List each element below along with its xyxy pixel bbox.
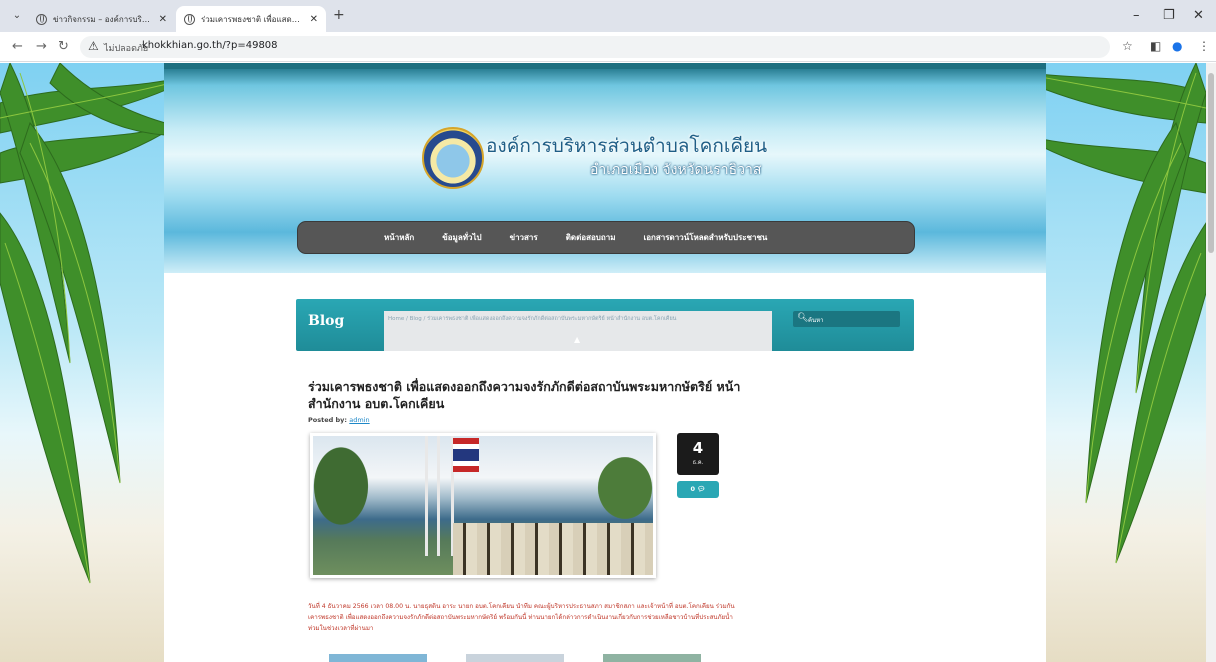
post-title[interactable]: ร่วมเคารพธงชาติ เพื่อแสดงออกถึงความจงรัก… [308,378,748,412]
photo-trees [313,446,383,546]
comment-count: 0 [690,485,695,493]
close-icon[interactable]: ✕ [159,14,167,25]
maximize-icon[interactable]: ❐ [1163,8,1175,23]
close-icon[interactable]: ✕ [310,14,318,25]
address-toolbar: ← → ↻ ⚠ ไม่ปลอดภัย khokkhian.go.th/?p=49… [0,32,1216,62]
post-date-badge: 4 ธ.ค. [677,433,719,475]
comment-count-button[interactable]: 0 💬︎ [677,481,719,498]
scrollbar-thumb[interactable] [1208,73,1214,253]
address-bar[interactable]: ⚠ ไม่ปลอดภัย khokkhian.go.th/?p=49808 [80,36,1110,58]
globe-icon [36,13,47,25]
author-link[interactable]: admin [349,416,369,424]
gallery-thumbnail[interactable] [603,654,701,662]
posted-by-label: Posted by: [308,416,348,424]
profile-avatar-icon[interactable]: ● [1172,39,1182,53]
tab-title: ข่าวกิจกรรม – องค์การบริหารส่วนตำ [53,14,153,24]
browser-tab-1[interactable]: ข่าวกิจกรรม – องค์การบริหารส่วนตำ ✕ [28,6,175,32]
search-input[interactable]: 🔍︎ ค้นหา [793,311,900,327]
post-body: วันที่ 4 ธันวาคม 2566 เวลา 08.00 น. นายธ… [308,603,735,632]
search-icon[interactable]: 🔍︎ [797,313,808,323]
reload-icon[interactable]: ↻ [58,39,69,54]
post-featured-image[interactable] [310,433,656,578]
post-date-month: ธ.ค. [692,460,704,466]
bookmark-star-icon[interactable]: ☆ [1122,39,1133,53]
nav-item-home[interactable]: หน้าหลัก [384,231,414,244]
photo-crowd [453,523,653,575]
nav-item-downloads[interactable]: เอกสารดาวน์โหลดสำหรับประชาชน [643,231,767,244]
post-meta: Posted by: admin [308,416,370,424]
main-navigation: หน้าหลัก ข้อมูลทั่วไป ข่าวสาร ติดต่อสอบถ… [297,221,915,254]
site-subtitle: อำเภอเมือง จังหวัดนราธิวาส [590,162,762,178]
organization-seal-logo[interactable] [422,127,484,189]
minimize-icon[interactable]: – [1133,8,1140,23]
photo-flagpole [425,436,428,556]
back-arrow-icon[interactable]: ← [12,39,23,54]
nav-item-contact[interactable]: ติดต่อสอบถาม [566,231,616,244]
globe-icon [184,13,195,25]
breadcrumb-trail[interactable]: Home / Blog / ร่วมเคารพธงชาติ เพื่อแสดงอ… [388,315,768,323]
site-title[interactable]: องค์การบริหารส่วนตำบลโคกเคียน [486,131,767,161]
new-tab-button[interactable]: + [333,7,345,23]
forward-arrow-icon[interactable]: → [36,39,47,54]
page-scrollbar[interactable] [1206,63,1216,662]
caret-up-icon: ▲ [574,335,581,344]
gallery-thumbnail[interactable] [329,654,427,662]
page-viewport: องค์การบริหารส่วนตำบลโคกเคียน อำเภอเมือง… [0,63,1216,662]
breadcrumb: Home / Blog / ร่วมเคารพธงชาติ เพื่อแสดงอ… [384,311,772,351]
thai-flag [453,438,479,472]
nav-item-general-info[interactable]: ข้อมูลทั่วไป [442,231,481,244]
tab-search-icon[interactable]: ⌄ [10,9,24,23]
more-menu-icon[interactable]: ⋮ [1198,39,1210,53]
speech-bubble-icon: 💬︎ [697,485,706,493]
blog-header-bar: Blog Home / Blog / ร่วมเคารพธงชาติ เพื่อ… [296,299,914,351]
flag-ceremony-photo [313,436,653,575]
url-text[interactable]: khokkhian.go.th/?p=49808 [142,40,278,51]
nav-item-news[interactable]: ข่าวสาร [510,231,538,244]
photo-flagpole [437,436,440,556]
search-placeholder: ค้นหา [808,317,824,324]
close-window-icon[interactable]: ✕ [1193,8,1204,23]
header-banner: องค์การบริหารส่วนตำบลโคกเคียน อำเภอเมือง… [164,63,1046,273]
tab-title: ร่วมเคารพธงชาติ เพื่อแสดงออกถึงค [201,14,304,24]
site-container: องค์การบริหารส่วนตำบลโคกเคียน อำเภอเมือง… [164,63,1046,662]
browser-tab-strip: ⌄ ข่าวกิจกรรม – องค์การบริหารส่วนตำ ✕ ร่… [0,0,1216,32]
post-date-day: 4 [692,439,704,457]
browser-tab-2[interactable]: ร่วมเคารพธงชาติ เพื่อแสดงออกถึงค ✕ [176,6,326,32]
gallery-thumbnail[interactable] [466,654,564,662]
warning-triangle-icon[interactable]: ⚠ [88,39,99,53]
blog-section-title: Blog [308,313,345,329]
side-panel-icon[interactable]: ◧ [1150,39,1161,53]
